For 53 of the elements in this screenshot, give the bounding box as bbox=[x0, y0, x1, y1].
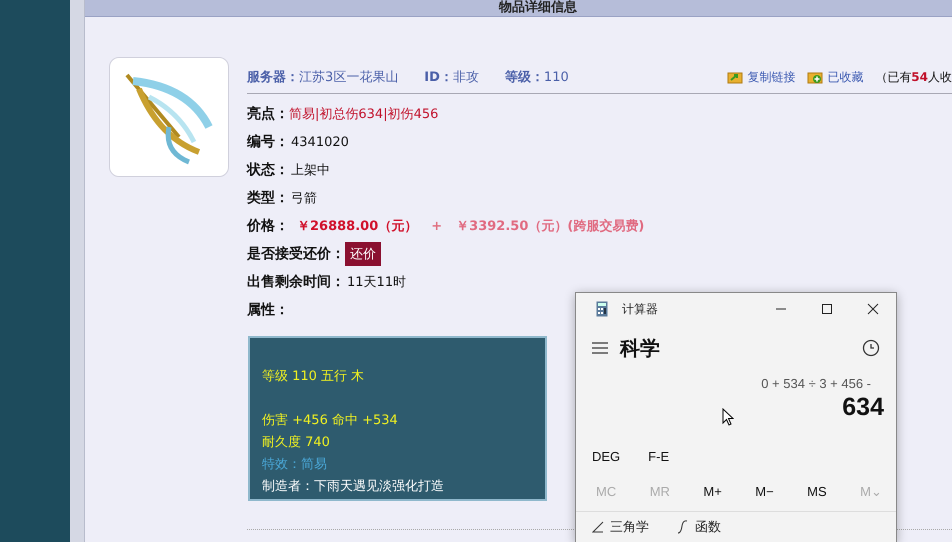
function-menu[interactable]: 函数 bbox=[677, 518, 721, 536]
history-button[interactable] bbox=[862, 339, 880, 357]
toggle-button[interactable]: F-E bbox=[648, 449, 670, 464]
plus-sign: + bbox=[431, 218, 442, 234]
attribute-line: 特效：简易 bbox=[262, 456, 328, 474]
field-label: 类型： bbox=[247, 189, 289, 207]
menu-button[interactable] bbox=[592, 342, 608, 354]
maximize-icon bbox=[821, 303, 833, 315]
menu-icon bbox=[592, 342, 608, 354]
memory-button[interactable]: M− bbox=[755, 484, 774, 499]
field-value: 上架中 bbox=[291, 162, 330, 179]
history-icon bbox=[862, 339, 880, 357]
field-label: 价格： bbox=[247, 217, 289, 235]
trigonometry-menu[interactable]: 三角学 bbox=[592, 518, 649, 536]
calculator-icon bbox=[596, 301, 608, 317]
field-label: 亮点： bbox=[247, 105, 289, 123]
field-label: 编号： bbox=[247, 133, 289, 151]
bargain-button[interactable]: 还价 bbox=[345, 242, 381, 266]
field-value: 110 bbox=[544, 70, 569, 84]
field-value: 4341020 bbox=[291, 134, 349, 150]
memory-button[interactable]: M+ bbox=[703, 484, 722, 499]
field-value: 弓箭 bbox=[291, 190, 317, 207]
field-label: ID： bbox=[424, 69, 453, 86]
expression-text: 0 + 534 ÷ 3 + 456 - bbox=[760, 376, 872, 391]
mouse-cursor-icon bbox=[722, 408, 734, 426]
field-value: 非攻 bbox=[452, 69, 479, 86]
field-label: 状态： bbox=[247, 161, 289, 179]
header-title: 物品详细信息 bbox=[499, 0, 577, 16]
attribute-line: 等级 110 五行 木 bbox=[262, 368, 366, 386]
field-label: 出售剩余时间： bbox=[247, 273, 345, 291]
field-label: 等级： bbox=[504, 69, 544, 86]
result-display: 634 bbox=[842, 393, 884, 422]
function-icon bbox=[677, 520, 689, 534]
field-label: 是否接受还价： bbox=[247, 245, 345, 263]
attribute-line: 制造者：下雨天遇见淡强化打造 bbox=[262, 478, 445, 496]
field-label: 服务器： bbox=[247, 69, 299, 86]
mode-title: 科学 bbox=[620, 336, 660, 362]
copy-link-button[interactable]: 复制链接 bbox=[727, 68, 804, 86]
fee-text: ￥3392.50（元）(跨服交易费) bbox=[456, 218, 644, 235]
attribute-line: 耐久度 740 bbox=[262, 434, 331, 452]
field-value: 11天11时 bbox=[347, 274, 406, 291]
field-value: 江苏3区一花果山 bbox=[299, 69, 398, 86]
field-label: 属性： bbox=[247, 301, 289, 319]
folder-plus-icon bbox=[807, 70, 824, 84]
highlight-text: 简易|初总伤634|初伤456 bbox=[289, 106, 438, 123]
favorite-button[interactable]: 已收藏 bbox=[807, 68, 872, 86]
price-text: ￥26888.00（元） bbox=[297, 218, 418, 235]
memory-button[interactable]: MS bbox=[807, 484, 827, 499]
attribute-line: 伤害 +456 命中 +534 bbox=[262, 412, 399, 430]
window-title: 计算器 bbox=[622, 300, 658, 318]
toggle-button[interactable]: DEG bbox=[592, 449, 620, 464]
favorites-count-text: （已有54人收 bbox=[875, 68, 952, 86]
close-icon bbox=[867, 303, 879, 315]
